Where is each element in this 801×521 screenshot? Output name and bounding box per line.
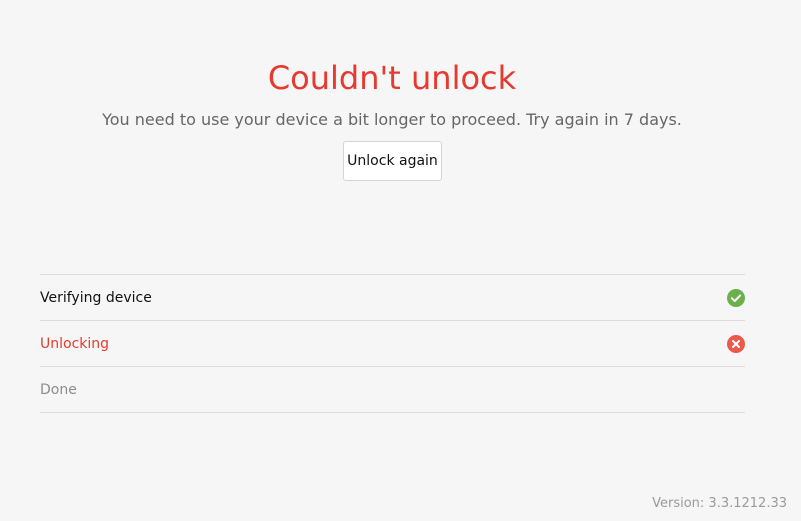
check-circle-icon <box>727 289 745 307</box>
page-title: Couldn't unlock <box>267 59 517 97</box>
version-label: Version: 3.3.1212.33 <box>652 496 787 511</box>
step-done: Done <box>40 367 745 413</box>
step-unlocking: Unlocking <box>40 321 745 367</box>
step-label: Unlocking <box>40 336 110 352</box>
error-circle-icon <box>727 335 745 353</box>
step-label: Verifying device <box>40 290 152 306</box>
step-label: Done <box>40 382 77 398</box>
unlock-again-button[interactable]: Unlock again <box>343 141 442 181</box>
progress-steps: Verifying device Unlocking Done <box>40 274 745 413</box>
step-verifying-device: Verifying device <box>40 275 745 321</box>
error-message: You need to use your device a bit longer… <box>102 110 682 129</box>
